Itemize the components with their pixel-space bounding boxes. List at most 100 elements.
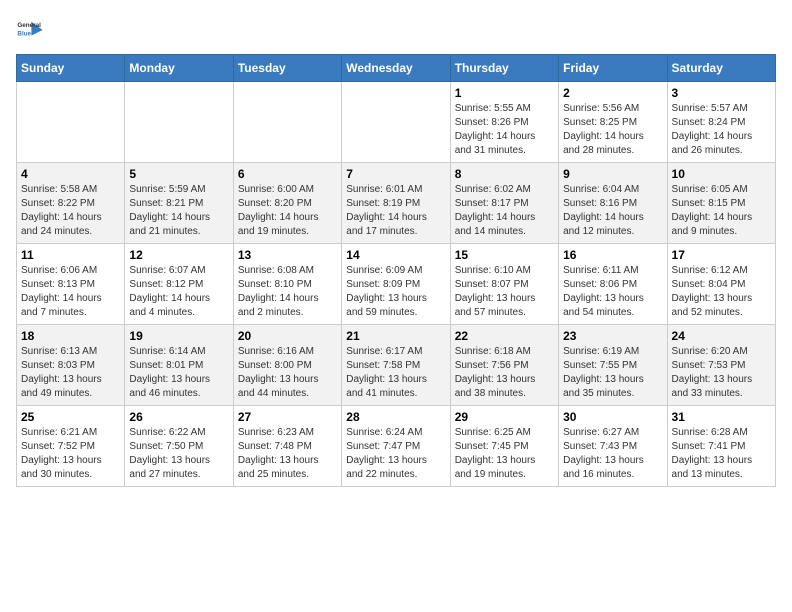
- day-number: 17: [672, 248, 771, 262]
- day-number: 9: [563, 167, 662, 181]
- header-sunday: Sunday: [17, 55, 125, 82]
- day-number: 23: [563, 329, 662, 343]
- day-number: 7: [346, 167, 445, 181]
- day-info: Sunrise: 6:17 AM Sunset: 7:58 PM Dayligh…: [346, 345, 445, 401]
- day-number: 19: [129, 329, 228, 343]
- day-cell: 6Sunrise: 6:00 AM Sunset: 8:20 PM Daylig…: [233, 163, 341, 244]
- day-info: Sunrise: 6:02 AM Sunset: 8:17 PM Dayligh…: [455, 183, 554, 239]
- day-cell: 27 Sunrise: 6:23 AM Sunset: 7:48 PM Dayli…: [233, 406, 341, 487]
- day-cell: 12Sunrise: 6:07 AM Sunset: 8:12 PM Dayli…: [125, 244, 233, 325]
- day-cell: 21 Sunrise: 6:17 AM Sunset: 7:58 PM Dayli…: [342, 325, 450, 406]
- day-info: Sunrise: 5:59 AM Sunset: 8:21 PM Dayligh…: [129, 183, 228, 239]
- day-cell: 23 Sunrise: 6:19 AM Sunset: 7:55 PM Dayli…: [559, 325, 667, 406]
- day-number: 27: [238, 410, 337, 424]
- header-monday: Monday: [125, 55, 233, 82]
- day-cell: 10 Sunrise: 6:05 AM Sunset: 8:15 PM Dayli…: [667, 163, 775, 244]
- day-number: 21: [346, 329, 445, 343]
- day-info: Sunrise: 6:04 AM Sunset: 8:16 PM Dayligh…: [563, 183, 662, 239]
- day-cell: 1Sunrise: 5:55 AM Sunset: 8:26 PM Daylig…: [450, 82, 558, 163]
- day-number: 29: [455, 410, 554, 424]
- day-cell: [233, 82, 341, 163]
- day-number: 10: [672, 167, 771, 181]
- header: General Blue: [16, 16, 776, 44]
- week-row-3: 11 Sunrise: 6:06 AM Sunset: 8:13 PM Dayli…: [17, 244, 776, 325]
- day-cell: 2Sunrise: 5:56 AM Sunset: 8:25 PM Daylig…: [559, 82, 667, 163]
- day-cell: [342, 82, 450, 163]
- header-friday: Friday: [559, 55, 667, 82]
- day-number: 20: [238, 329, 337, 343]
- day-number: 11: [21, 248, 120, 262]
- day-info: Sunrise: 6:14 AM Sunset: 8:01 PM Dayligh…: [129, 345, 228, 401]
- week-row-2: 4 Sunrise: 5:58 AM Sunset: 8:22 PM Daylig…: [17, 163, 776, 244]
- day-info: Sunrise: 6:13 AM Sunset: 8:03 PM Dayligh…: [21, 345, 120, 401]
- day-info: Sunrise: 6:23 AM Sunset: 7:48 PM Dayligh…: [238, 426, 337, 482]
- calendar-header-row: SundayMondayTuesdayWednesdayThursdayFrid…: [17, 55, 776, 82]
- day-cell: 5Sunrise: 5:59 AM Sunset: 8:21 PM Daylig…: [125, 163, 233, 244]
- header-saturday: Saturday: [667, 55, 775, 82]
- day-info: Sunrise: 6:12 AM Sunset: 8:04 PM Dayligh…: [672, 264, 771, 320]
- day-number: 28: [346, 410, 445, 424]
- header-tuesday: Tuesday: [233, 55, 341, 82]
- day-cell: [17, 82, 125, 163]
- day-cell: 20 Sunrise: 6:16 AM Sunset: 8:00 PM Dayli…: [233, 325, 341, 406]
- svg-text:Blue: Blue: [17, 31, 31, 38]
- day-number: 22: [455, 329, 554, 343]
- day-info: Sunrise: 6:16 AM Sunset: 8:00 PM Dayligh…: [238, 345, 337, 401]
- day-number: 16: [563, 248, 662, 262]
- day-info: Sunrise: 5:58 AM Sunset: 8:22 PM Dayligh…: [21, 183, 120, 239]
- day-cell: 7 Sunrise: 6:01 AM Sunset: 8:19 PM Daylig…: [342, 163, 450, 244]
- day-number: 12: [129, 248, 228, 262]
- day-number: 18: [21, 329, 120, 343]
- day-info: Sunrise: 6:27 AM Sunset: 7:43 PM Dayligh…: [563, 426, 662, 482]
- day-number: 30: [563, 410, 662, 424]
- day-info: Sunrise: 6:22 AM Sunset: 7:50 PM Dayligh…: [129, 426, 228, 482]
- header-thursday: Thursday: [450, 55, 558, 82]
- day-info: Sunrise: 6:05 AM Sunset: 8:15 PM Dayligh…: [672, 183, 771, 239]
- day-cell: 24 Sunrise: 6:20 AM Sunset: 7:53 PM Dayli…: [667, 325, 775, 406]
- day-info: Sunrise: 6:06 AM Sunset: 8:13 PM Dayligh…: [21, 264, 120, 320]
- week-row-4: 18 Sunrise: 6:13 AM Sunset: 8:03 PM Dayli…: [17, 325, 776, 406]
- day-info: Sunrise: 6:21 AM Sunset: 7:52 PM Dayligh…: [21, 426, 120, 482]
- day-info: Sunrise: 6:11 AM Sunset: 8:06 PM Dayligh…: [563, 264, 662, 320]
- day-cell: 16 Sunrise: 6:11 AM Sunset: 8:06 PM Dayli…: [559, 244, 667, 325]
- day-cell: 30 Sunrise: 6:27 AM Sunset: 7:43 PM Dayli…: [559, 406, 667, 487]
- day-cell: 4 Sunrise: 5:58 AM Sunset: 8:22 PM Daylig…: [17, 163, 125, 244]
- day-info: Sunrise: 6:24 AM Sunset: 7:47 PM Dayligh…: [346, 426, 445, 482]
- week-row-1: 1Sunrise: 5:55 AM Sunset: 8:26 PM Daylig…: [17, 82, 776, 163]
- calendar-table: SundayMondayTuesdayWednesdayThursdayFrid…: [16, 54, 776, 487]
- day-number: 31: [672, 410, 771, 424]
- day-number: 26: [129, 410, 228, 424]
- day-number: 24: [672, 329, 771, 343]
- day-cell: 11 Sunrise: 6:06 AM Sunset: 8:13 PM Dayli…: [17, 244, 125, 325]
- day-cell: 19 Sunrise: 6:14 AM Sunset: 8:01 PM Dayli…: [125, 325, 233, 406]
- day-cell: 13Sunrise: 6:08 AM Sunset: 8:10 PM Dayli…: [233, 244, 341, 325]
- day-cell: 9 Sunrise: 6:04 AM Sunset: 8:16 PM Daylig…: [559, 163, 667, 244]
- day-info: Sunrise: 6:28 AM Sunset: 7:41 PM Dayligh…: [672, 426, 771, 482]
- day-cell: 15Sunrise: 6:10 AM Sunset: 8:07 PM Dayli…: [450, 244, 558, 325]
- svg-text:General: General: [17, 22, 41, 29]
- day-number: 3: [672, 86, 771, 100]
- day-cell: 3 Sunrise: 5:57 AM Sunset: 8:24 PM Daylig…: [667, 82, 775, 163]
- day-info: Sunrise: 6:08 AM Sunset: 8:10 PM Dayligh…: [238, 264, 337, 320]
- day-number: 1: [455, 86, 554, 100]
- logo: General Blue: [16, 16, 44, 44]
- day-number: 25: [21, 410, 120, 424]
- day-info: Sunrise: 6:18 AM Sunset: 7:56 PM Dayligh…: [455, 345, 554, 401]
- day-cell: 28 Sunrise: 6:24 AM Sunset: 7:47 PM Dayli…: [342, 406, 450, 487]
- day-cell: 18 Sunrise: 6:13 AM Sunset: 8:03 PM Dayli…: [17, 325, 125, 406]
- day-cell: 14Sunrise: 6:09 AM Sunset: 8:09 PM Dayli…: [342, 244, 450, 325]
- day-number: 15: [455, 248, 554, 262]
- day-info: Sunrise: 6:00 AM Sunset: 8:20 PM Dayligh…: [238, 183, 337, 239]
- day-info: Sunrise: 5:57 AM Sunset: 8:24 PM Dayligh…: [672, 102, 771, 158]
- day-number: 8: [455, 167, 554, 181]
- day-number: 4: [21, 167, 120, 181]
- logo-icon: General Blue: [16, 16, 44, 44]
- day-cell: 8 Sunrise: 6:02 AM Sunset: 8:17 PM Daylig…: [450, 163, 558, 244]
- day-info: Sunrise: 6:25 AM Sunset: 7:45 PM Dayligh…: [455, 426, 554, 482]
- day-cell: 31 Sunrise: 6:28 AM Sunset: 7:41 PM Dayli…: [667, 406, 775, 487]
- day-cell: [125, 82, 233, 163]
- day-number: 14: [346, 248, 445, 262]
- day-info: Sunrise: 6:19 AM Sunset: 7:55 PM Dayligh…: [563, 345, 662, 401]
- day-info: Sunrise: 6:20 AM Sunset: 7:53 PM Dayligh…: [672, 345, 771, 401]
- day-info: Sunrise: 6:01 AM Sunset: 8:19 PM Dayligh…: [346, 183, 445, 239]
